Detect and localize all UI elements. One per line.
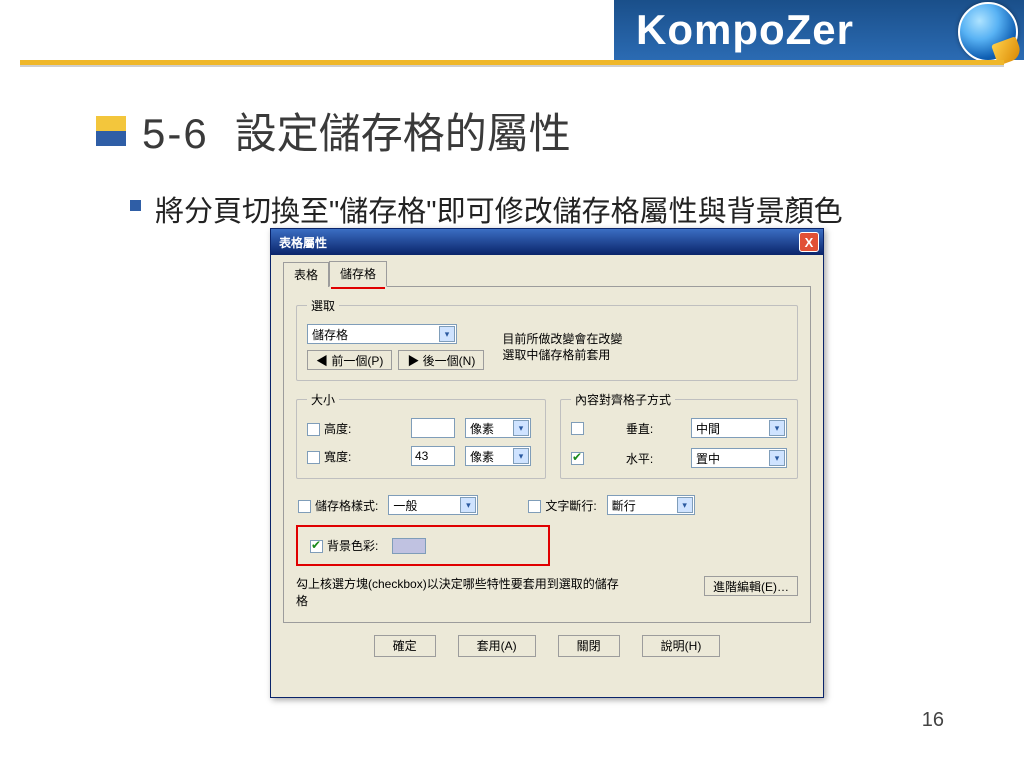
help-button[interactable]: 說明(H) xyxy=(642,635,721,657)
horizontal-checkbox[interactable] xyxy=(571,452,584,465)
chevron-down-icon: ▾ xyxy=(439,326,455,342)
selection-group: 選取 儲存格 ▾ ◀ 前一個(P) ▶ 後一個(N) 目前所做改變會在改變 xyxy=(296,297,798,381)
align-legend: 內容對齊格子方式 xyxy=(571,391,675,408)
slide-bullet-text: 將分頁切換至"儲存格"即可修改儲存格屬性與背景顏色 xyxy=(155,188,843,230)
wrap-label: 文字斷行: xyxy=(545,499,596,513)
apply-button[interactable]: 套用(A) xyxy=(458,635,536,657)
height-label: 高度: xyxy=(324,422,351,436)
advanced-edit-button[interactable]: 進階編輯(E)… xyxy=(704,576,798,596)
size-group: 大小 高度: 像素▾ 寬度: 43 像素▾ xyxy=(296,391,546,479)
horizontal-label: 水平: xyxy=(626,450,683,467)
chevron-down-icon: ▾ xyxy=(769,420,785,436)
size-legend: 大小 xyxy=(307,391,339,408)
bg-label: 背景色彩: xyxy=(327,539,378,553)
page-number: 16 xyxy=(922,709,944,732)
vertical-combo[interactable]: 中間▾ xyxy=(691,418,787,438)
dialog-titlebar[interactable]: 表格屬性 X xyxy=(271,229,823,255)
width-checkbox[interactable] xyxy=(307,451,320,464)
tab-panel: 選取 儲存格 ▾ ◀ 前一個(P) ▶ 後一個(N) 目前所做改變會在改變 xyxy=(283,287,811,623)
bg-checkbox[interactable] xyxy=(310,540,323,553)
chevron-down-icon: ▾ xyxy=(769,450,785,466)
brand-text: KompoZer xyxy=(636,6,854,54)
wrap-checkbox[interactable] xyxy=(528,500,541,513)
dialog-title: 表格屬性 xyxy=(279,234,327,251)
square-bullet-icon xyxy=(130,200,141,211)
next-button[interactable]: ▶ 後一個(N) xyxy=(398,350,484,370)
height-unit-combo[interactable]: 像素▾ xyxy=(465,418,531,438)
align-group: 內容對齊格子方式 垂直: 中間▾ 水平: 置中▾ xyxy=(560,391,798,479)
title-label: 設定儲存格的屬性 xyxy=(235,110,571,157)
vertical-checkbox[interactable] xyxy=(571,422,584,435)
dialog-content: 表格 儲存格 選取 儲存格 ▾ ◀ 前一個(P) ▶ 後一個(N) xyxy=(271,255,823,669)
close-icon: X xyxy=(805,235,814,250)
selection-legend: 選取 xyxy=(307,297,339,314)
selection-combo-value: 儲存格 xyxy=(312,326,348,343)
close-dialog-button[interactable]: 關閉 xyxy=(558,635,620,657)
chevron-down-icon: ▾ xyxy=(677,497,693,513)
cell-style-combo[interactable]: 一般▾ xyxy=(388,495,478,515)
width-unit-combo[interactable]: 像素▾ xyxy=(465,446,531,466)
vertical-label: 垂直: xyxy=(626,420,683,437)
height-input[interactable] xyxy=(411,418,455,438)
header-rule xyxy=(0,60,1024,68)
style-wrap-row: 儲存格樣式: 一般▾ 文字斷行: 斷行▾ xyxy=(296,489,798,517)
horizontal-combo[interactable]: 置中▾ xyxy=(691,448,787,468)
bg-color-swatch[interactable] xyxy=(392,538,426,554)
section-number: 5-6 xyxy=(142,110,209,157)
selection-note: 目前所做改變會在改變 選取中儲存格前套用 xyxy=(502,331,662,363)
dialog-button-row: 確定 套用(A) 關閉 說明(H) xyxy=(283,623,811,659)
title-bullet-icon xyxy=(96,116,126,146)
tab-cell[interactable]: 儲存格 xyxy=(329,261,387,287)
slide-bullet-row: 將分頁切換至"儲存格"即可修改儲存格屬性與背景顏色 xyxy=(130,188,843,230)
bg-color-row: 背景色彩: xyxy=(296,525,550,566)
table-properties-dialog: 表格屬性 X 表格 儲存格 選取 儲存格 ▾ ◀ 前一個(P) xyxy=(270,228,824,698)
ok-button[interactable]: 確定 xyxy=(374,635,436,657)
slide-title: 5-6 設定儲存格的屬性 xyxy=(142,100,571,161)
prev-button[interactable]: ◀ 前一個(P) xyxy=(307,350,392,370)
chevron-down-icon: ▾ xyxy=(460,497,476,513)
width-row: 寬度: xyxy=(307,448,403,465)
tab-table[interactable]: 表格 xyxy=(283,262,329,287)
chevron-down-icon: ▾ xyxy=(513,420,529,436)
height-row: 高度: xyxy=(307,420,403,437)
cell-style-label: 儲存格樣式: xyxy=(315,499,378,513)
height-checkbox[interactable] xyxy=(307,423,320,436)
width-input[interactable]: 43 xyxy=(411,446,455,466)
width-label: 寬度: xyxy=(324,450,351,464)
slide-title-row: 5-6 設定儲存格的屬性 xyxy=(96,100,571,161)
hint-text: 勾上核選方塊(checkbox)以決定哪些特性要套用到選取的儲存格 xyxy=(296,576,626,610)
close-button[interactable]: X xyxy=(799,232,819,252)
cell-style-checkbox[interactable] xyxy=(298,500,311,513)
chevron-down-icon: ▾ xyxy=(513,448,529,464)
slide-header: KompoZer xyxy=(0,0,1024,75)
wrap-combo[interactable]: 斷行▾ xyxy=(607,495,695,515)
tab-strip: 表格 儲存格 xyxy=(283,263,811,287)
kompozer-globe-icon xyxy=(958,2,1018,62)
selection-combo[interactable]: 儲存格 ▾ xyxy=(307,324,457,344)
